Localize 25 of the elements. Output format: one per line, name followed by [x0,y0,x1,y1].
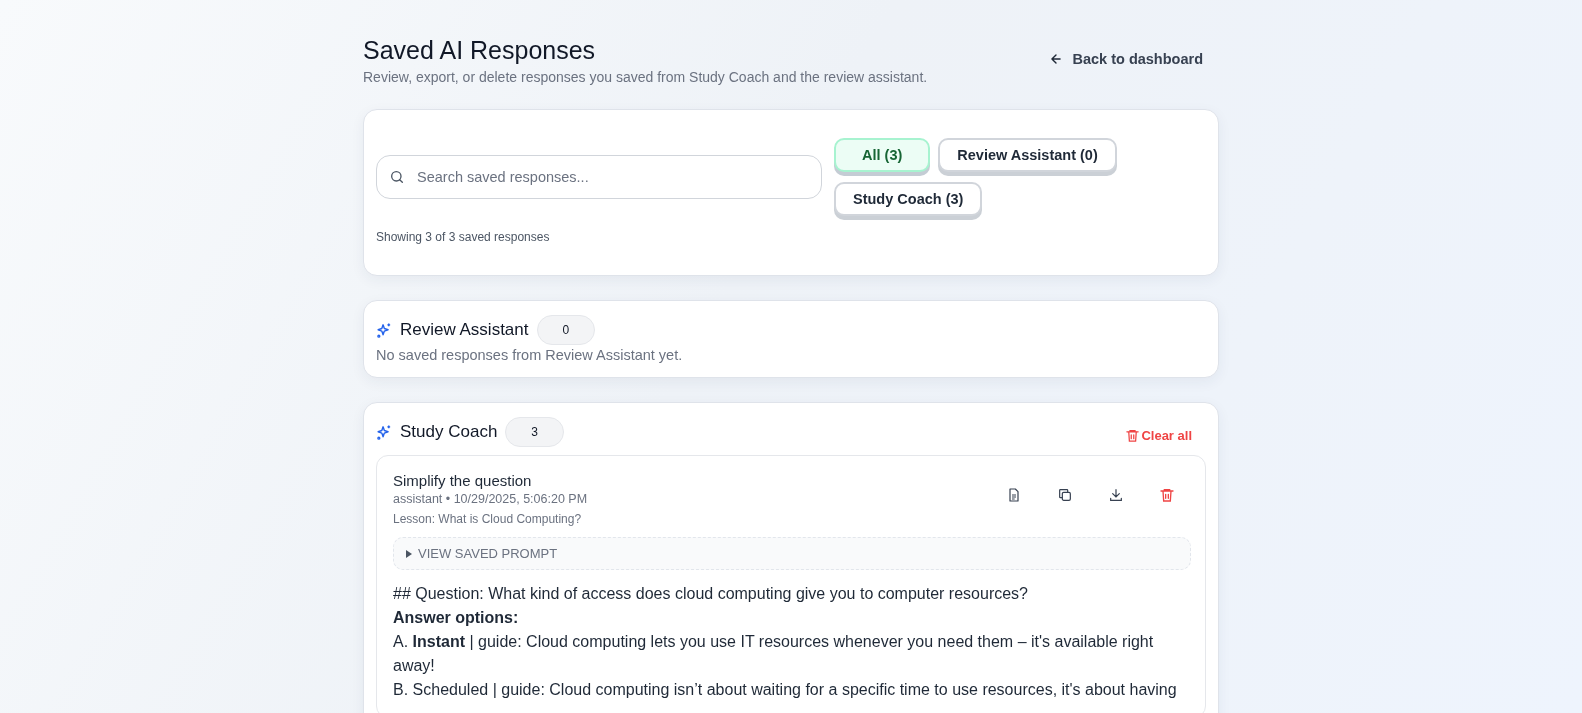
search-field[interactable]: Search saved responses... [376,155,822,199]
count-badge: 0 [536,315,596,345]
response-text: B. Scheduled | guide: Cloud computing isn’t about waiting for a specific time to use resources, it's about having [393,680,1178,700]
count-badge: 3 [505,417,565,447]
page-subtitle: Review, export, or delete responses you saved from Study Coach and the review assistant. [363,69,928,85]
lesson-label: Lesson: What is Cloud Computing? [393,512,583,526]
response-text: ## Question: What kind of access does cloud computing give you to computer resources? [393,584,1029,604]
search-icon [389,169,405,185]
saved-prompt-toggle[interactable]: VIEW SAVED PROMPT [393,537,1191,570]
back-link[interactable]: Back to dashboard [1049,51,1203,67]
section-title: Study Coach [400,422,498,442]
trash-icon [1125,427,1141,443]
empty-message: No saved responses from Review Assistant yet. [376,347,684,363]
sparkles-icon [376,321,393,339]
response-text: A. Instant | guide: Cloud computing lets you use IT resources whenever you need them – it's available right away! [393,632,1155,676]
caret-icon [406,549,412,558]
response-title: Simplify the question [393,472,533,489]
page-title: Saved AI Responses [363,36,597,65]
result-count: Showing 3 of 3 saved responses [376,230,551,244]
section-title: Review Assistant [400,320,529,340]
response-meta: assistant • 10/29/2025, 5:06:20 PM [393,492,588,506]
clear-all-button[interactable]: Clear all [1125,427,1192,443]
sparkles-icon [376,423,393,441]
response-text: Answer options: [393,608,520,628]
arrow-left-icon [1049,52,1064,66]
